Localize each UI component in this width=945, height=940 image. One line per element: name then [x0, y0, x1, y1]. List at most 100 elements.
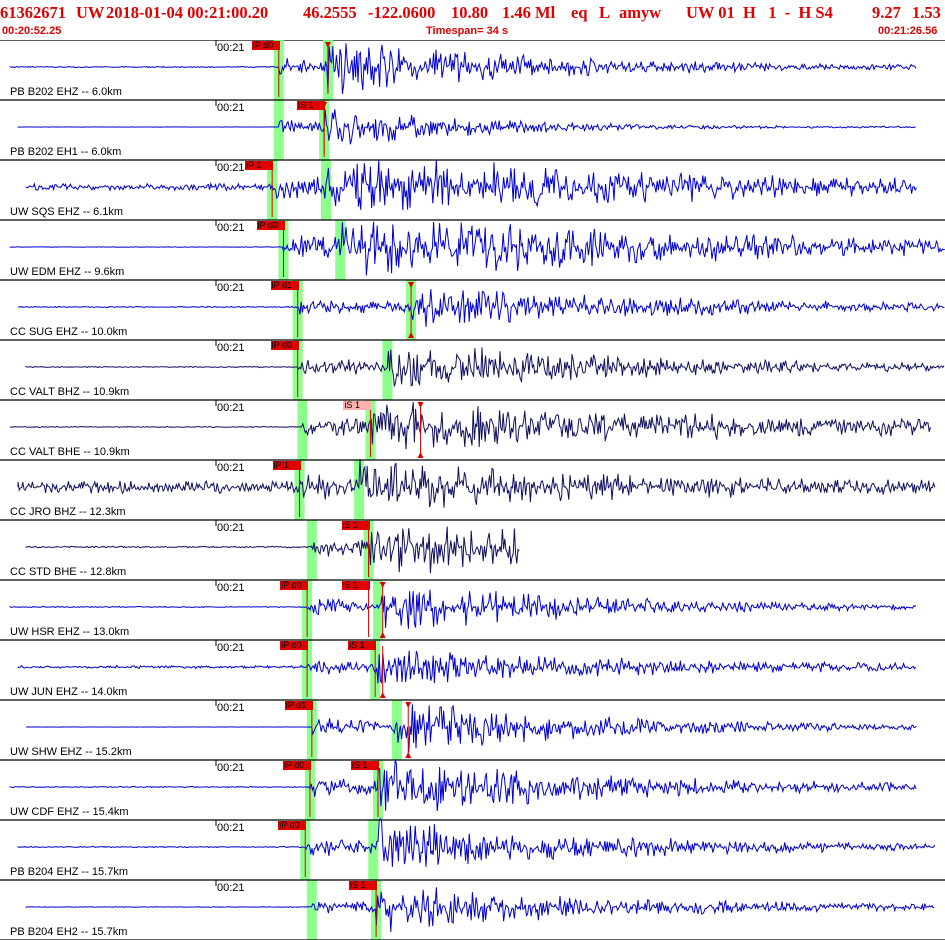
- trace-time-label: 00:21: [217, 282, 245, 294]
- waveform: [17, 289, 945, 327]
- network-code: UW: [76, 3, 105, 22]
- pick-marker[interactable]: iS 1: [348, 641, 377, 650]
- pick-marker[interactable]: iP d1: [270, 281, 299, 290]
- trace-row[interactable]: [0, 880, 945, 940]
- magnitude: 1.46 Ml: [502, 3, 556, 22]
- s-arrival-band: [319, 40, 417, 940]
- station-label: UW JUN EHZ -- 14.0km: [10, 686, 128, 698]
- trace-time-label: 00:21: [217, 762, 245, 774]
- trace-time-label: 00:21: [217, 822, 245, 834]
- station-label: UW CDF EHZ -- 15.4km: [10, 806, 129, 818]
- waveform: [9, 759, 917, 812]
- pick-marker[interactable]: iS 1: [351, 761, 379, 770]
- waveform: [9, 402, 931, 450]
- timespan: Timespan= 34 s: [426, 25, 509, 37]
- waveform: [17, 109, 916, 145]
- station-label: CC VALT BHZ -- 10.9km: [10, 386, 130, 398]
- depth: 10.80: [451, 3, 489, 22]
- station-label: CC SUG EHZ -- 10.0km: [10, 326, 128, 338]
- pick-marker[interactable]: iS 1: [341, 521, 370, 530]
- station-label: UW SQS EHZ -- 6.1km: [10, 206, 124, 218]
- author: amyw: [619, 3, 662, 22]
- trace-time-label: 00:21: [217, 342, 245, 354]
- extra-value-1: 9.27: [872, 3, 901, 22]
- trace-row[interactable]: [0, 100, 945, 161]
- pick-marker[interactable]: iP d0: [280, 641, 309, 650]
- station-label: UW EDM EHZ -- 9.6km: [10, 266, 125, 278]
- start-time: 00:20:52.25: [2, 25, 62, 37]
- waveform: [25, 347, 945, 387]
- waveform: [9, 43, 917, 94]
- trace-time-label: 00:21: [217, 462, 245, 474]
- station-label: PB B204 EH2 -- 15.7km: [10, 926, 128, 938]
- seismogram-canvas[interactable]: [0, 40, 945, 940]
- trace-row[interactable]: [0, 220, 945, 281]
- trace-time-label: 00:21: [217, 162, 245, 174]
- waveform: [25, 159, 917, 211]
- trace-row[interactable]: [0, 159, 945, 221]
- station-label: UW HSR EHZ -- 13.0km: [10, 626, 130, 638]
- longitude: -122.0600: [368, 3, 436, 22]
- trace-time-label: 00:21: [217, 102, 245, 114]
- trace-row[interactable]: [0, 700, 945, 761]
- trace-time-label: 00:21: [217, 882, 245, 894]
- trace-row[interactable]: [0, 640, 945, 701]
- pick-marker[interactable]: iP d0: [270, 341, 299, 350]
- quality-code: UW 01 H 1 - H S4: [686, 3, 833, 22]
- station-label: PB B202 EH1 -- 6.0km: [10, 146, 122, 158]
- waveform: [17, 458, 936, 508]
- pick-marker[interactable]: iP 1: [245, 161, 274, 170]
- trace-row[interactable]: [0, 340, 945, 401]
- trace-time-label: 00:21: [217, 222, 245, 234]
- pick-marker[interactable]: iP d0: [280, 581, 309, 590]
- trace-time-label: 00:21: [217, 642, 245, 654]
- pick-marker[interactable]: iP d0: [282, 761, 311, 770]
- trace-row[interactable]: [0, 759, 945, 821]
- local-flag: L: [599, 3, 611, 22]
- trace-time-label: 00:21: [217, 42, 245, 54]
- station-label: PB B202 EHZ -- 6.0km: [10, 86, 122, 98]
- trace-row[interactable]: [0, 520, 945, 581]
- pick-marker[interactable]: iS 1: [343, 401, 372, 410]
- station-label: CC JRO BHZ -- 12.3km: [10, 506, 126, 518]
- event-header: 61362671 UW 2018-01-04 00:21:00.20 46.25…: [0, 0, 945, 40]
- station-label: CC STD BHE -- 12.8km: [10, 566, 127, 578]
- station-label: CC VALT BHE -- 10.9km: [10, 446, 130, 458]
- pick-marker[interactable]: iP d0: [256, 221, 285, 230]
- latitude: 46.2555: [303, 3, 357, 22]
- event-id: 61362671: [0, 3, 66, 22]
- waveform: [9, 221, 945, 276]
- end-time: 00:21:26.56: [878, 25, 938, 37]
- trace-row[interactable]: [0, 817, 945, 881]
- waveform: [25, 887, 935, 932]
- p-arrival-band: [267, 40, 317, 940]
- waveform: [17, 817, 936, 867]
- trace-time-label: 00:21: [217, 582, 245, 594]
- time-range-line: 00:20:52.25 Timespan= 34 s 00:21:26.56: [0, 25, 945, 39]
- trace-row[interactable]: [0, 280, 945, 341]
- trace-row[interactable]: [0, 580, 945, 641]
- trace-time-label: 00:21: [217, 402, 245, 414]
- event-type: eq: [571, 3, 588, 22]
- trace-time-label: 00:21: [217, 522, 245, 534]
- waveform: [26, 704, 917, 753]
- trace-row[interactable]: [0, 40, 945, 101]
- event-summary-line: 61362671 UW 2018-01-04 00:21:00.20 46.25…: [0, 3, 945, 23]
- trace-row[interactable]: [0, 458, 945, 521]
- pick-marker[interactable]: iP d0: [278, 821, 307, 830]
- station-label: UW SHW EHZ -- 15.2km: [10, 746, 132, 758]
- seismogram-panel[interactable]: iP d0 00:21 PB B202 EHZ -- 6.0km iS 1 00:21 P…: [0, 40, 945, 940]
- pick-marker[interactable]: iS 1: [297, 101, 326, 110]
- pick-marker[interactable]: iS 1: [341, 581, 370, 590]
- waveform: [9, 589, 917, 629]
- pick-marker[interactable]: iP 1: [272, 461, 301, 470]
- pick-marker[interactable]: iP d0: [251, 41, 280, 50]
- waveform: [17, 650, 917, 684]
- trace-time-label: 00:21: [217, 702, 245, 714]
- trace-row[interactable]: [0, 400, 945, 461]
- pick-marker[interactable]: iP d1: [284, 701, 313, 710]
- extra-value-2: 1.53: [912, 3, 941, 22]
- pick-marker[interactable]: iS 1: [349, 881, 378, 890]
- origin-time: 2018-01-04 00:21:00.20: [106, 3, 269, 22]
- station-label: PB B204 EHZ -- 15.7km: [10, 866, 128, 878]
